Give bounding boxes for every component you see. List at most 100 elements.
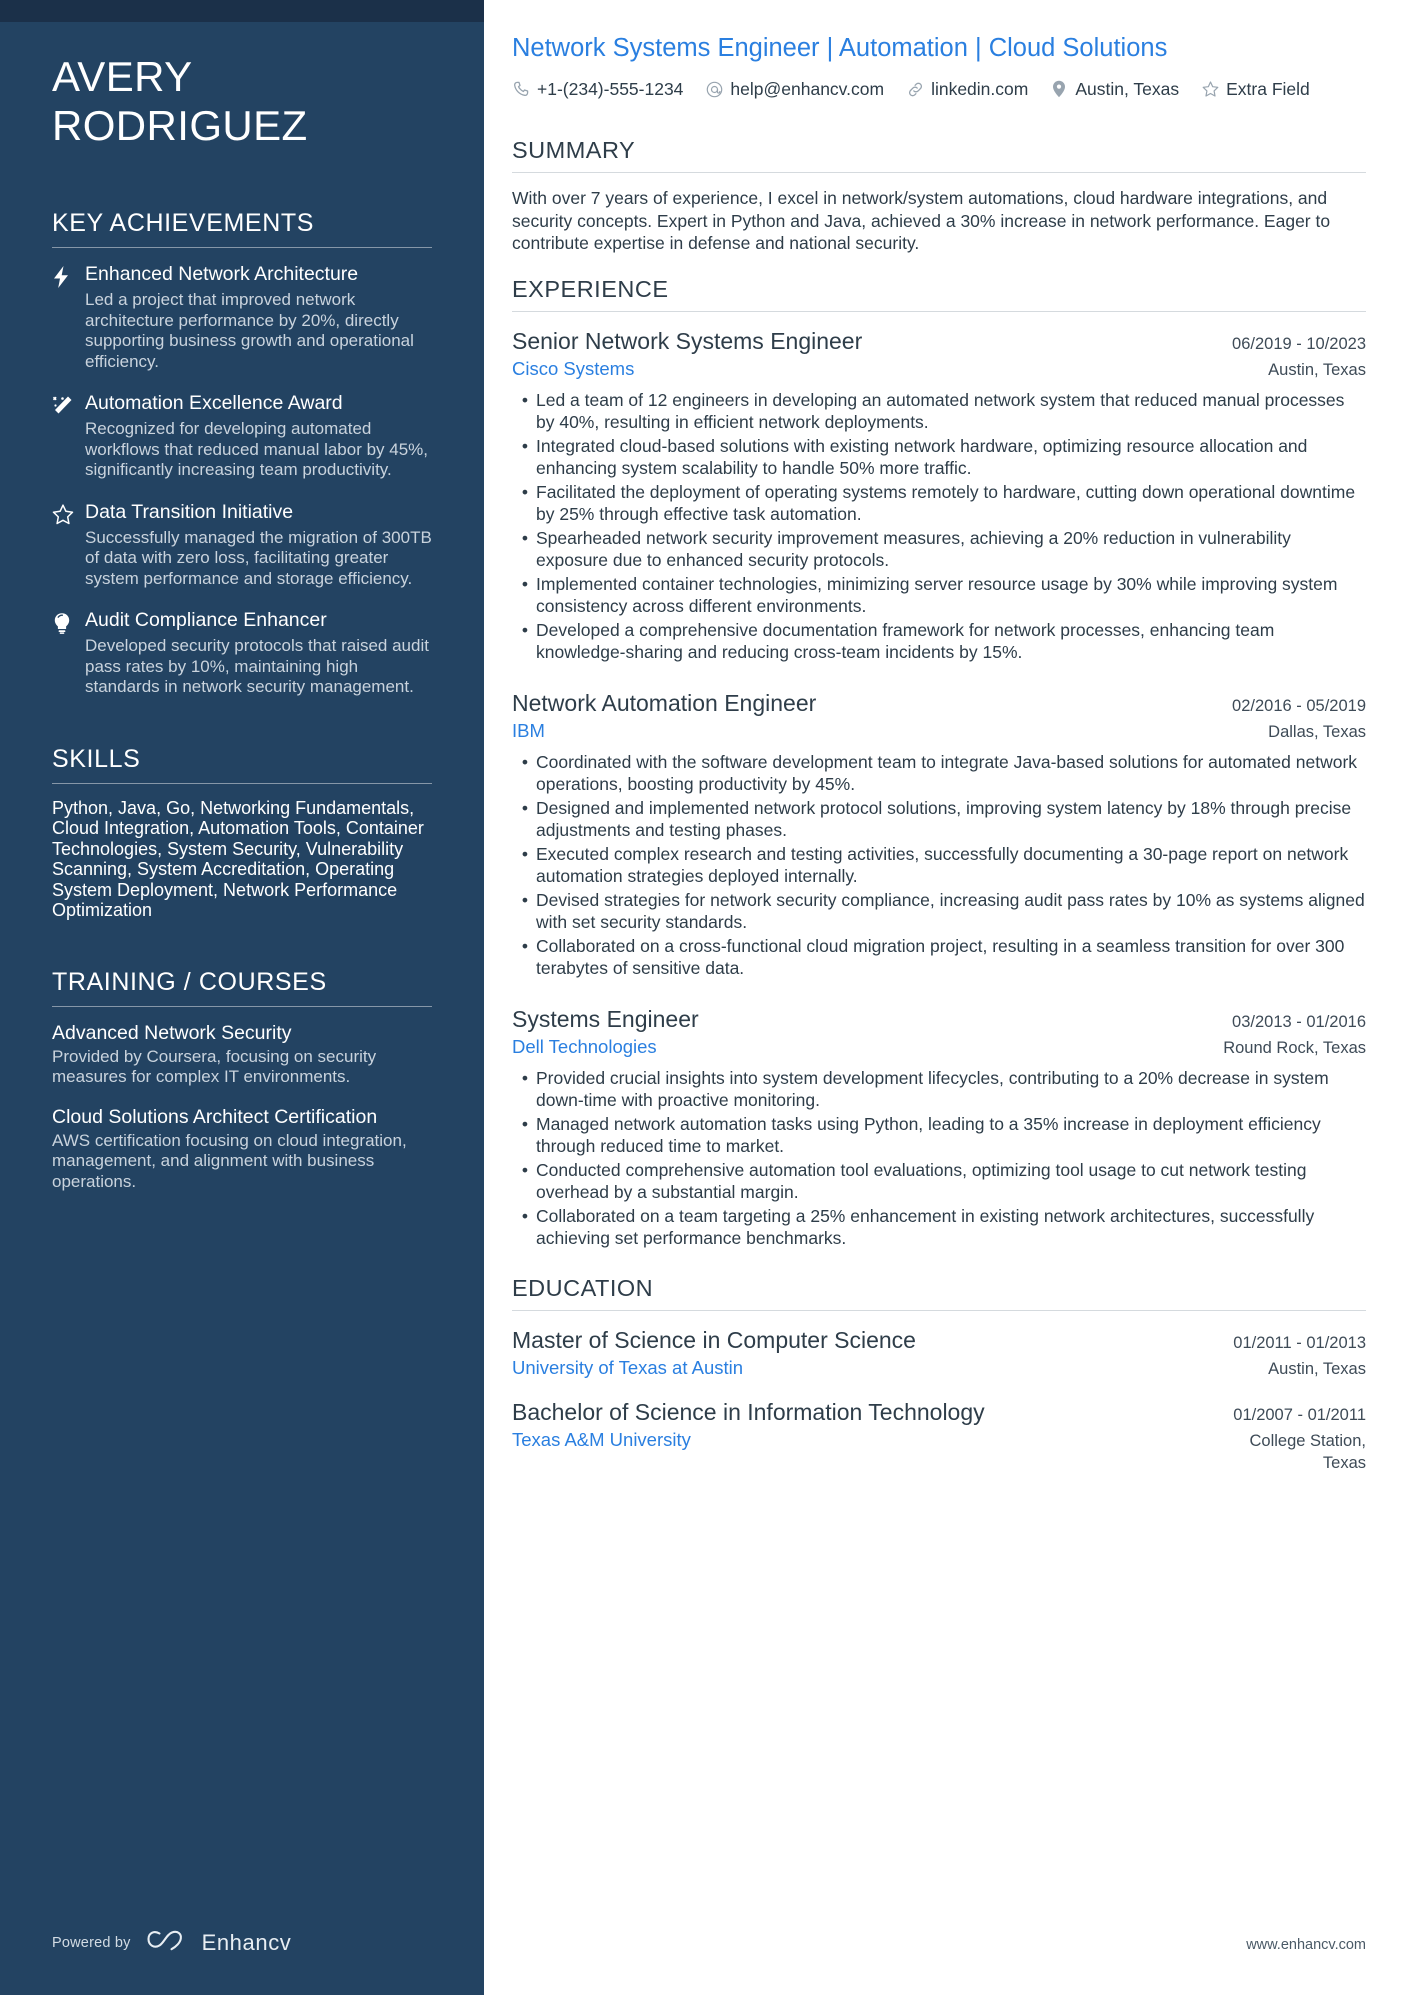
link-icon bbox=[906, 80, 924, 98]
course-description: Provided by Coursera, focusing on securi… bbox=[52, 1046, 377, 1087]
bullet-text: Spearheaded network security improvement… bbox=[536, 527, 1291, 571]
bullet-text: Provided crucial insights into system de… bbox=[536, 1067, 1329, 1111]
education-heading: EDUCATION bbox=[512, 1274, 654, 1301]
candidate-name: AVERY RODRIGUEZ bbox=[52, 0, 432, 150]
section-divider bbox=[52, 247, 432, 248]
education-entry: Bachelor of Science in Information Techn… bbox=[512, 1397, 1366, 1474]
experience-entry: Network Automation Engineer 02/2016 - 05… bbox=[512, 688, 1366, 980]
achievement-title: Enhanced Network Architecture bbox=[85, 263, 359, 285]
section-divider bbox=[512, 172, 1366, 173]
course-item: Cloud Solutions Architect Certification … bbox=[52, 1105, 432, 1193]
bullet-text: Developed a comprehensive documentation … bbox=[536, 619, 1275, 663]
education-school[interactable]: Texas A&M University bbox=[512, 1427, 691, 1453]
bullet-dot-icon: • bbox=[521, 1113, 529, 1134]
name-line-last: RODRIGUEZ bbox=[52, 102, 308, 149]
bullet-item: • Integrated cloud-based solutions with e… bbox=[514, 435, 1366, 480]
bullet-dot-icon: • bbox=[521, 481, 529, 502]
sidebar-footer: Powered by Enhancv bbox=[52, 1928, 291, 1957]
contact-phone[interactable]: +1-(234)-555-1234 bbox=[512, 76, 683, 102]
achievement-item: Data Transition Initiative Successfully … bbox=[52, 500, 432, 590]
experience-bullets: • Led a team of 12 engineers in developin… bbox=[512, 389, 1366, 664]
enhancv-mark-icon bbox=[147, 1928, 193, 1957]
star-outline-icon bbox=[52, 500, 85, 590]
at-sign-icon bbox=[705, 80, 723, 98]
skills-heading: SKILLS bbox=[52, 744, 141, 773]
education-school[interactable]: University of Texas at Austin bbox=[512, 1355, 743, 1381]
enhancv-wordmark: Enhancv bbox=[201, 1929, 292, 1955]
experience-job-title: Senior Network Systems Engineer bbox=[512, 327, 863, 354]
contact-linkedin-text: linkedin.com bbox=[931, 79, 1029, 99]
contact-extra-field[interactable]: Extra Field bbox=[1201, 76, 1310, 102]
summary-heading: SUMMARY bbox=[512, 137, 636, 163]
summary-section: SUMMARY With over 7 years of experience,… bbox=[512, 136, 1366, 255]
contact-email[interactable]: help@enhancv.com bbox=[705, 76, 884, 102]
experience-bullets: • Coordinated with the software developme… bbox=[512, 751, 1366, 980]
achievement-item: Automation Excellence Award Recognized f… bbox=[52, 391, 432, 481]
key-achievements-section: KEY ACHIEVEMENTS Enhanced Network Archit… bbox=[52, 208, 432, 698]
magic-wand-icon bbox=[52, 391, 85, 481]
bullet-text: Conducted comprehensive automation tool … bbox=[536, 1159, 1307, 1203]
experience-location: Dallas, Texas bbox=[1268, 722, 1366, 741]
course-description: AWS certification focusing on cloud inte… bbox=[52, 1130, 407, 1191]
bullet-item: • Implemented container technologies, min… bbox=[514, 573, 1366, 618]
lightbulb-icon bbox=[52, 608, 85, 698]
bullet-text: Coordinated with the software developmen… bbox=[536, 751, 1358, 795]
experience-company[interactable]: Dell Technologies bbox=[512, 1034, 657, 1060]
achievement-description: Recognized for developing automated work… bbox=[85, 419, 429, 479]
education-location: Austin, Texas bbox=[1268, 1359, 1366, 1378]
bullet-item: • Designed and implemented network protoc… bbox=[514, 797, 1366, 842]
bullet-dot-icon: • bbox=[521, 843, 529, 864]
bullet-item: • Led a team of 12 engineers in developin… bbox=[514, 389, 1366, 434]
bullet-item: • Conducted comprehensive automation tool… bbox=[514, 1159, 1366, 1204]
bullet-dot-icon: • bbox=[521, 527, 529, 548]
experience-entry: Systems Engineer 03/2013 - 01/2016 Dell … bbox=[512, 1004, 1366, 1250]
experience-date: 03/2013 - 01/2016 bbox=[1232, 1012, 1366, 1031]
bullet-text: Integrated cloud-based solutions with ex… bbox=[536, 435, 1308, 479]
bullet-text: Collaborated on a team targeting a 25% e… bbox=[536, 1205, 1315, 1249]
powered-by-label: Powered by bbox=[52, 1934, 131, 1951]
education-location: College Station, Texas bbox=[1249, 1431, 1367, 1472]
education-date: 01/2007 - 01/2011 bbox=[1233, 1405, 1366, 1424]
bullet-item: • Coordinated with the software developme… bbox=[514, 751, 1366, 796]
bullet-dot-icon: • bbox=[521, 751, 529, 772]
bullet-dot-icon: • bbox=[521, 797, 529, 818]
education-degree: Bachelor of Science in Information Techn… bbox=[512, 1398, 985, 1425]
skills-list: Python, Java, Go, Networking Fundamental… bbox=[52, 797, 424, 921]
bullet-item: • Developed a comprehensive documentation… bbox=[514, 619, 1366, 664]
summary-text: With over 7 years of experience, I excel… bbox=[512, 188, 1331, 253]
experience-company[interactable]: IBM bbox=[512, 718, 545, 744]
sidebar-top-strip bbox=[0, 0, 484, 22]
bullet-item: • Facilitated the deployment of operating… bbox=[514, 481, 1366, 526]
bullet-dot-icon: • bbox=[521, 573, 529, 594]
bullet-dot-icon: • bbox=[521, 435, 529, 456]
education-section: EDUCATION Master of Science in Computer … bbox=[512, 1274, 1366, 1474]
bullet-item: • Collaborated on a cross-functional clou… bbox=[514, 935, 1366, 980]
bullet-text: Designed and implemented network protoco… bbox=[536, 797, 1352, 841]
bullet-item: • Managed network automation tasks using … bbox=[514, 1113, 1366, 1158]
experience-bullets: • Provided crucial insights into system d… bbox=[512, 1067, 1366, 1250]
contact-linkedin[interactable]: linkedin.com bbox=[906, 76, 1028, 102]
skills-section: SKILLS Python, Java, Go, Networking Fund… bbox=[52, 744, 432, 921]
experience-heading: EXPERIENCE bbox=[512, 275, 669, 302]
bullet-item: • Collaborated on a team targeting a 25% … bbox=[514, 1205, 1366, 1250]
section-divider bbox=[512, 1309, 1366, 1311]
contact-row: +1-(234)-555-1234 help@enhancv.com linke… bbox=[512, 76, 1366, 102]
section-divider bbox=[52, 1005, 432, 1007]
resume-page: AVERY RODRIGUEZ KEY ACHIEVEMENTS Enhance… bbox=[0, 0, 1410, 1995]
bullet-dot-icon: • bbox=[521, 1067, 529, 1088]
course-item: Advanced Network Security Provided by Co… bbox=[52, 1021, 432, 1088]
achievement-item: Audit Compliance Enhancer Developed secu… bbox=[52, 608, 432, 698]
experience-company[interactable]: Cisco Systems bbox=[512, 356, 634, 382]
bullet-dot-icon: • bbox=[521, 1159, 529, 1180]
education-degree: Master of Science in Computer Science bbox=[512, 1326, 916, 1353]
bullet-item: • Provided crucial insights into system d… bbox=[514, 1067, 1366, 1112]
education-date: 01/2011 - 01/2013 bbox=[1233, 1333, 1366, 1352]
contact-location[interactable]: Austin, Texas bbox=[1050, 76, 1179, 102]
training-courses-section: TRAINING / COURSES Advanced Network Secu… bbox=[52, 967, 432, 1193]
star-outline-icon bbox=[1201, 80, 1219, 98]
experience-date: 02/2016 - 05/2019 bbox=[1232, 696, 1366, 715]
experience-section: EXPERIENCE Senior Network Systems Engine… bbox=[512, 275, 1366, 1250]
bullet-item: • Devised strategies for network security… bbox=[514, 889, 1366, 934]
experience-location: Round Rock, Texas bbox=[1223, 1038, 1366, 1057]
main-column: Network Systems Engineer | Automation | … bbox=[484, 0, 1410, 1995]
